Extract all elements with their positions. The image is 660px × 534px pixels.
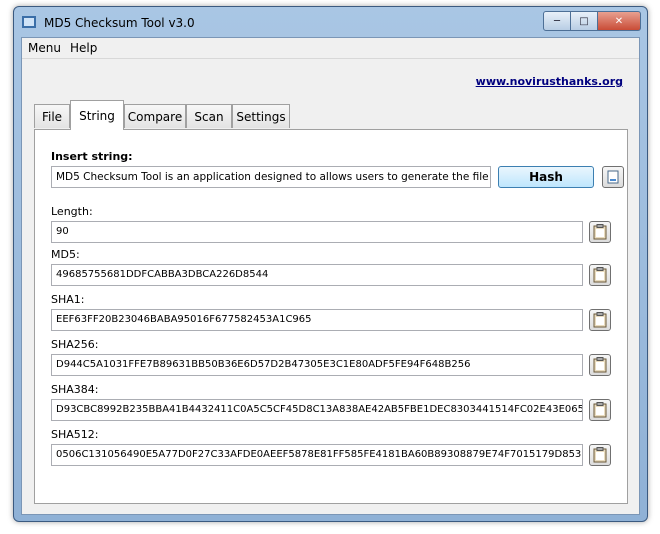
client-area: Menu Help www.novirusthanks.org File Str…	[21, 37, 640, 515]
tab-settings-label: Settings	[236, 109, 286, 124]
copy-length-button[interactable]	[589, 221, 611, 243]
tab-settings[interactable]: Settings	[232, 104, 290, 128]
sha512-label: SHA512:	[51, 428, 99, 441]
sha384-label: SHA384:	[51, 383, 99, 396]
sha512-field[interactable]: 0506C131056490E5A77D0F27C33AFDE0AEEF5878…	[51, 444, 583, 466]
copy-sha256-button[interactable]	[589, 354, 611, 376]
minimize-icon: ─	[553, 15, 561, 27]
string-input[interactable]: MD5 Checksum Tool is an application desi…	[51, 166, 491, 188]
tab-string-label: String	[79, 108, 115, 123]
sha1-label: SHA1:	[51, 293, 85, 306]
clipboard-icon	[593, 267, 607, 283]
hash-button[interactable]: Hash	[498, 166, 594, 188]
length-label: Length:	[51, 205, 93, 218]
window-title: MD5 Checksum Tool v3.0	[44, 16, 195, 30]
insert-string-label: Insert string:	[51, 150, 133, 163]
tab-scan-label: Scan	[194, 109, 224, 124]
app-icon	[22, 16, 36, 28]
website-link[interactable]: www.novirusthanks.org	[476, 75, 623, 88]
clipboard-icon	[593, 402, 607, 418]
length-field[interactable]: 90	[51, 221, 583, 243]
md5-field[interactable]: 49685755681DDFCABBA3DBCA226D8544	[51, 264, 583, 286]
menu-bar: Menu Help	[22, 38, 639, 59]
close-icon: ✕	[614, 15, 624, 27]
tab-scan[interactable]: Scan	[186, 104, 232, 128]
clipboard-icon	[593, 447, 607, 463]
copy-sha1-button[interactable]	[589, 309, 611, 331]
menu-help[interactable]: Help	[70, 41, 97, 55]
sha384-field[interactable]: D93CBC8992B235BBA41B4432411C0A5C5CF45D8C…	[51, 399, 583, 421]
tab-file[interactable]: File	[34, 104, 70, 128]
copy-sha384-button[interactable]	[589, 399, 611, 421]
maximize-icon: □	[579, 15, 589, 27]
sha1-field[interactable]: EEF63FF20B23046BABA95016F677582453A1C965	[51, 309, 583, 331]
tab-compare-label: Compare	[127, 109, 183, 124]
title-bar[interactable]: MD5 Checksum Tool v3.0 ─ □ ✕	[14, 7, 647, 37]
clipboard-icon	[593, 312, 607, 328]
copy-md5-button[interactable]	[589, 264, 611, 286]
tab-compare[interactable]: Compare	[124, 104, 186, 128]
open-file-button[interactable]	[602, 166, 624, 188]
string-panel: Insert string: MD5 Checksum Tool is an a…	[34, 129, 628, 504]
open-file-icon	[607, 170, 619, 184]
copy-sha512-button[interactable]	[589, 444, 611, 466]
maximize-button[interactable]: □	[571, 11, 598, 31]
main-window: MD5 Checksum Tool v3.0 ─ □ ✕ Menu Help w…	[13, 6, 648, 522]
close-button[interactable]: ✕	[598, 11, 641, 31]
sha256-label: SHA256:	[51, 338, 99, 351]
minimize-button[interactable]: ─	[543, 11, 571, 31]
tab-file-label: File	[41, 109, 63, 124]
md5-label: MD5:	[51, 248, 80, 261]
window-controls: ─ □ ✕	[543, 11, 641, 31]
sha256-field[interactable]: D944C5A1031FFE7B89631BB50B36E6D57D2B4730…	[51, 354, 583, 376]
clipboard-icon	[593, 357, 607, 373]
clipboard-icon	[593, 224, 607, 240]
tab-string[interactable]: String	[70, 100, 124, 130]
menu-menu[interactable]: Menu	[28, 41, 61, 55]
